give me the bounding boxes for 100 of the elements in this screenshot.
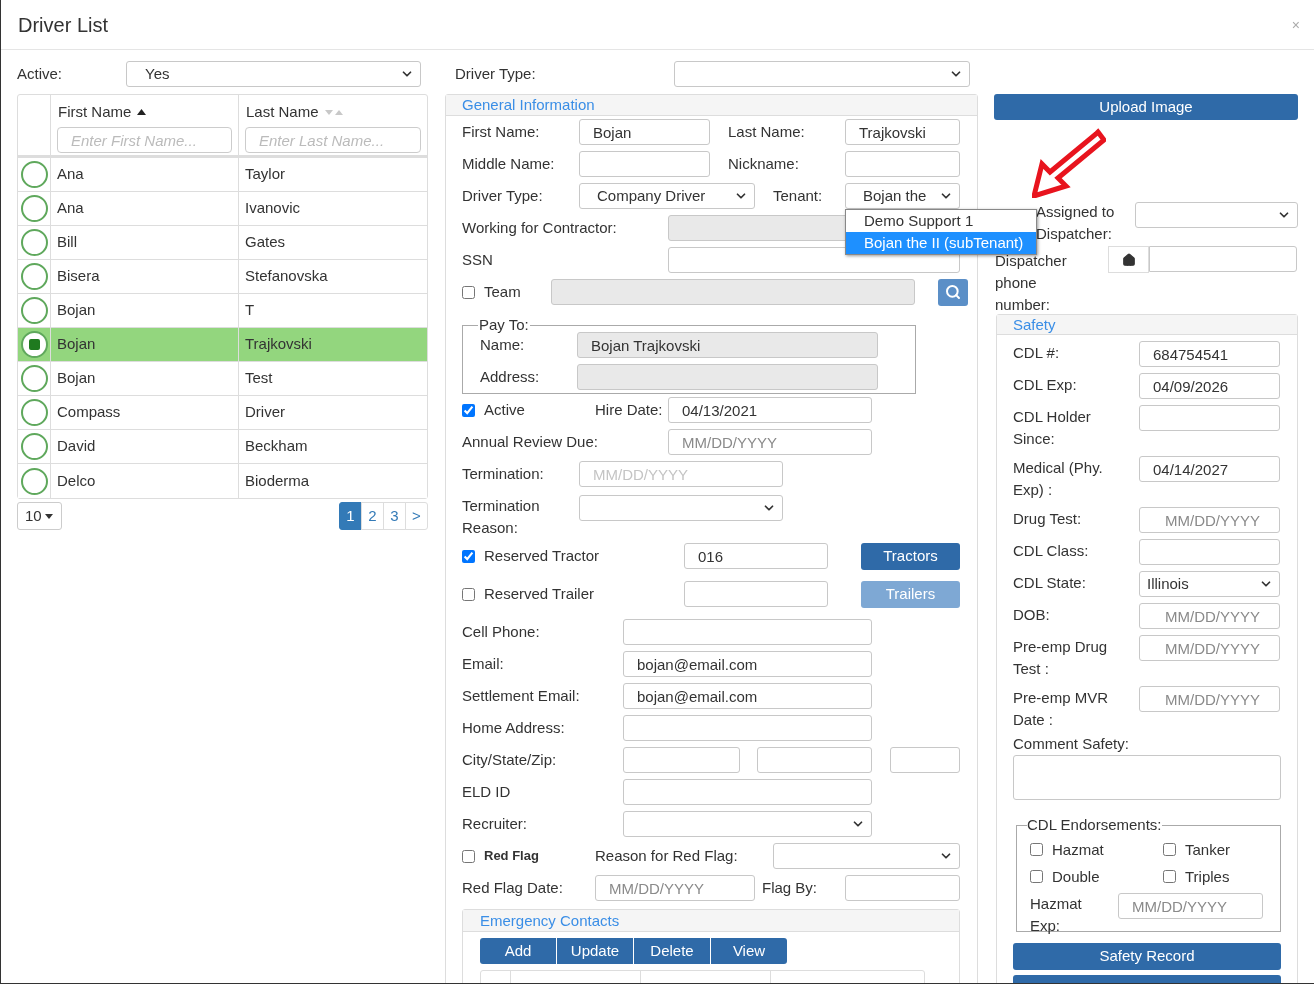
sort-icon[interactable] bbox=[324, 109, 343, 115]
text-field[interactable]: MM/DD/YYYY bbox=[1139, 686, 1280, 712]
select-field[interactable]: Yes bbox=[126, 61, 421, 87]
page-size-select[interactable]: 10 bbox=[17, 502, 62, 530]
text-field[interactable] bbox=[1149, 246, 1297, 272]
text-field[interactable] bbox=[623, 747, 740, 773]
text-field[interactable]: Bojan bbox=[579, 119, 710, 145]
field-label: Double bbox=[1052, 866, 1100, 887]
field-label: Pay To: bbox=[478, 315, 530, 335]
select-field[interactable]: Company Driver bbox=[579, 183, 755, 209]
radio-button[interactable] bbox=[20, 263, 48, 290]
text-field[interactable] bbox=[684, 581, 828, 607]
checkbox[interactable] bbox=[462, 549, 475, 563]
radio-button[interactable] bbox=[20, 467, 48, 495]
radio-button[interactable] bbox=[20, 195, 48, 222]
table-row[interactable]: Bojan T bbox=[18, 294, 427, 328]
select-field[interactable]: Illinois bbox=[1139, 571, 1280, 597]
text-field[interactable] bbox=[579, 151, 710, 177]
checkbox[interactable] bbox=[1030, 843, 1043, 856]
page-button[interactable]: > bbox=[405, 502, 428, 530]
text-field[interactable]: MM/DD/YYYY bbox=[1139, 507, 1280, 533]
text-field[interactable] bbox=[1139, 405, 1280, 431]
text-field[interactable]: 04/14/2027 bbox=[1139, 456, 1280, 482]
table-row[interactable]: Bojan Trajkovski bbox=[18, 328, 427, 362]
column-title[interactable]: First Name bbox=[58, 100, 132, 124]
text-field[interactable] bbox=[623, 779, 872, 805]
text-field[interactable]: 016 bbox=[684, 543, 828, 569]
text-field[interactable]: Trajkovski bbox=[845, 119, 960, 145]
radio-button[interactable] bbox=[20, 229, 48, 256]
text-field[interactable] bbox=[623, 619, 872, 645]
text-field[interactable]: 04/09/2026 bbox=[1139, 373, 1280, 399]
action-button[interactable]: Delete bbox=[634, 938, 710, 964]
table-row[interactable]: Ana Taylor bbox=[18, 158, 427, 192]
text-field[interactable]: MM/DD/YYYY bbox=[1118, 893, 1263, 919]
field-label: Hazmat Exp: bbox=[1030, 894, 1083, 936]
field-label: CDL Holder Since: bbox=[1013, 407, 1092, 449]
text-field[interactable]: MM/DD/YYYY bbox=[1139, 603, 1280, 629]
text-field[interactable] bbox=[845, 151, 960, 177]
text-field[interactable]: bojan@email.com bbox=[623, 651, 872, 677]
action-button[interactable]: View bbox=[711, 938, 787, 964]
text-field[interactable]: MM/DD/YYYY bbox=[668, 429, 872, 455]
table-row[interactable]: Bill Gates bbox=[18, 226, 427, 260]
table-row[interactable]: David Beckham bbox=[18, 430, 427, 464]
field-label: Reserved Trailer bbox=[484, 584, 596, 604]
table-cell: Compass bbox=[51, 396, 239, 429]
text-field[interactable] bbox=[890, 747, 960, 773]
field-label: Last Name: bbox=[728, 122, 806, 142]
text-field[interactable] bbox=[623, 715, 872, 741]
text-field[interactable]: bojan@email.com bbox=[623, 683, 872, 709]
caret-icon bbox=[44, 513, 53, 519]
radio-button[interactable] bbox=[20, 297, 48, 324]
checkbox[interactable] bbox=[462, 849, 475, 863]
section-header: Safety bbox=[997, 315, 1297, 335]
field-label: CDL State: bbox=[1013, 573, 1087, 593]
upload-button[interactable]: Upload Image bbox=[994, 94, 1298, 120]
checkbox[interactable] bbox=[1163, 843, 1176, 856]
select-field[interactable]: Bojan the bbox=[845, 183, 960, 209]
field-label: Cell Phone: bbox=[462, 622, 541, 642]
table-row[interactable]: Ana Ivanovic bbox=[18, 192, 427, 226]
text-field[interactable]: MM/DD/YYYY bbox=[595, 875, 755, 901]
comment-field[interactable] bbox=[1013, 755, 1281, 800]
checkbox[interactable] bbox=[462, 403, 475, 417]
search-button[interactable] bbox=[938, 278, 968, 306]
table-row[interactable]: Compass Driver bbox=[18, 396, 427, 430]
action-button[interactable]: Update bbox=[557, 938, 633, 964]
tractors-button[interactable]: Tractors bbox=[861, 542, 960, 570]
radio-button[interactable] bbox=[20, 399, 48, 426]
safety-record-button[interactable]: Safety Record bbox=[1013, 943, 1281, 970]
home-button[interactable] bbox=[1108, 246, 1149, 273]
text-field[interactable]: MM/DD/YYYY bbox=[579, 461, 783, 487]
filter-field[interactable]: Enter Last Name... bbox=[245, 127, 421, 153]
select-field[interactable] bbox=[623, 811, 872, 837]
checkbox[interactable] bbox=[1163, 870, 1176, 883]
select-field[interactable] bbox=[773, 843, 960, 869]
filter-field[interactable]: Enter First Name... bbox=[57, 127, 232, 153]
table-row[interactable]: Bisera Stefanovska bbox=[18, 260, 427, 294]
field-label: Reserved Tractor bbox=[484, 546, 601, 566]
radio-button[interactable] bbox=[20, 331, 48, 358]
text-field[interactable]: MM/DD/YYYY bbox=[1139, 635, 1280, 661]
text-field[interactable]: 684754541 bbox=[1139, 341, 1280, 367]
text-field[interactable] bbox=[1139, 539, 1280, 565]
text-field[interactable] bbox=[757, 747, 872, 773]
checkbox[interactable] bbox=[1030, 870, 1043, 883]
select-field[interactable] bbox=[1135, 202, 1298, 228]
sort-ascending-icon[interactable] bbox=[137, 109, 147, 115]
page-button[interactable]: 1 bbox=[339, 502, 362, 530]
radio-button[interactable] bbox=[20, 433, 48, 460]
radio-button[interactable] bbox=[20, 365, 48, 392]
select-field[interactable] bbox=[674, 61, 970, 87]
page-button[interactable]: 2 bbox=[361, 502, 384, 530]
column-title[interactable]: Last Name bbox=[246, 100, 319, 124]
table-row[interactable]: Bojan Test bbox=[18, 362, 427, 396]
action-button[interactable]: Add bbox=[480, 938, 556, 964]
radio-button[interactable] bbox=[20, 161, 48, 188]
select-field[interactable] bbox=[579, 495, 783, 521]
table-row[interactable]: Delco Bioderma bbox=[18, 464, 427, 498]
dropdown-option[interactable]: Demo Support 1 bbox=[846, 210, 1036, 232]
page-button[interactable]: 3 bbox=[383, 502, 406, 530]
text-field[interactable]: 04/13/2021 bbox=[668, 397, 872, 423]
text-field[interactable] bbox=[845, 875, 960, 901]
